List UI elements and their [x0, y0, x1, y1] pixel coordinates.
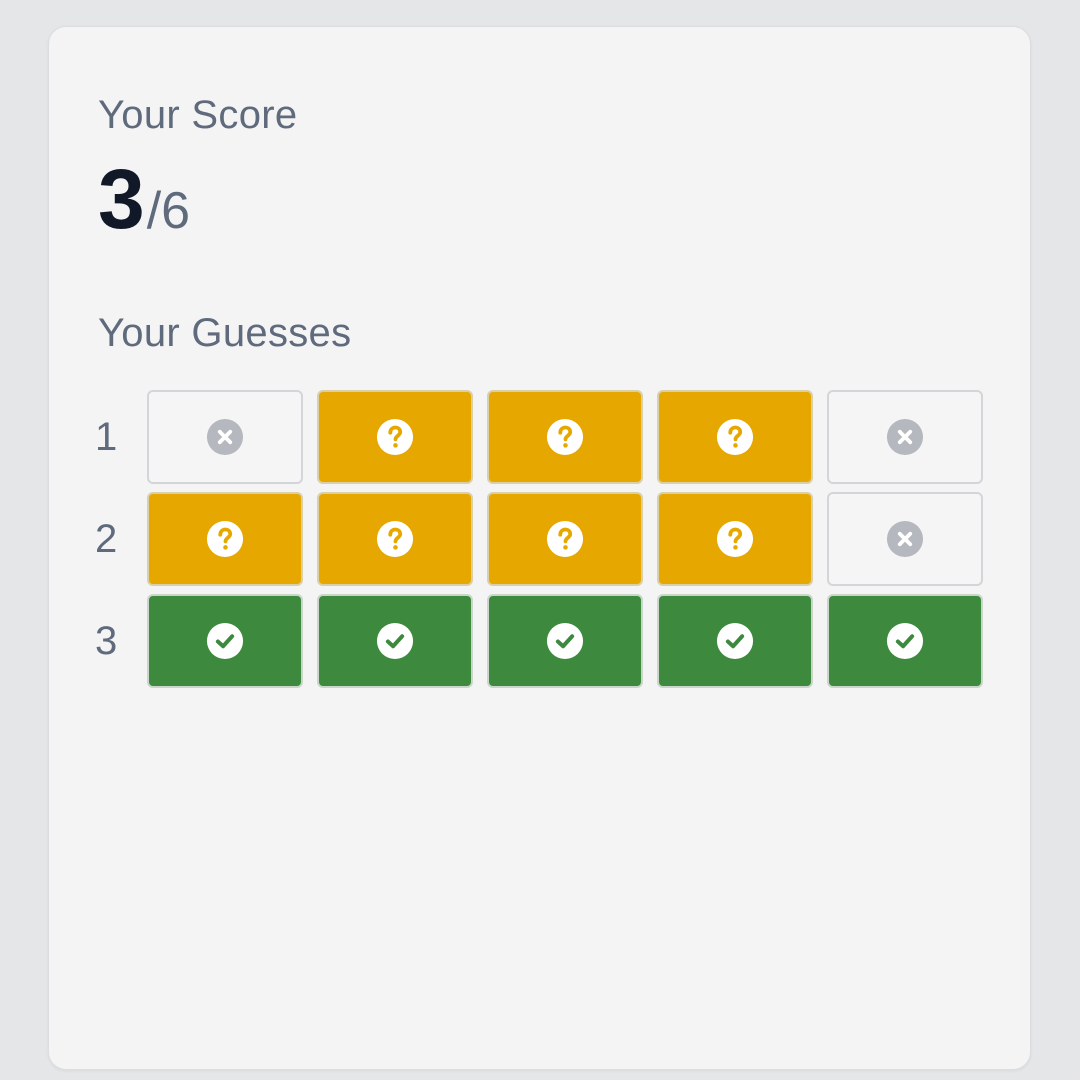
guess-cell-correct [827, 594, 983, 688]
guess-cell-correct [487, 594, 643, 688]
guesses-label: Your Guesses [98, 311, 352, 355]
guess-cell-absent [827, 492, 983, 586]
guess-row-number: 2 [95, 517, 118, 561]
guess-row-number: 1 [95, 415, 118, 459]
guess-cell-present [487, 390, 643, 484]
guess-cell-present [147, 492, 303, 586]
guess-row: 3 [95, 593, 997, 689]
score-value: 3 [98, 152, 145, 246]
x-circle-icon [886, 418, 924, 456]
guess-cell-present [657, 492, 813, 586]
guess-cell-present [487, 492, 643, 586]
guess-cell-present [657, 390, 813, 484]
guess-row: 1 [95, 389, 997, 485]
score-label: Your Score [98, 93, 298, 137]
check-circle-icon [206, 622, 244, 660]
question-circle-icon [716, 520, 754, 558]
guess-cell-absent [147, 390, 303, 484]
guess-cell-correct [147, 594, 303, 688]
question-circle-icon [546, 418, 584, 456]
score-display: 3/6 [98, 157, 190, 241]
guess-row: 2 [95, 491, 997, 587]
guess-cell-present [317, 492, 473, 586]
question-circle-icon [376, 520, 414, 558]
results-card: Your Score 3/6 Your Guesses 1 2 3 [48, 26, 1031, 1070]
guess-row-number: 3 [95, 619, 118, 663]
question-circle-icon [546, 520, 584, 558]
check-circle-icon [886, 622, 924, 660]
check-circle-icon [716, 622, 754, 660]
check-circle-icon [376, 622, 414, 660]
guess-cell-correct [317, 594, 473, 688]
question-circle-icon [716, 418, 754, 456]
score-total: /6 [146, 182, 191, 240]
guess-cell-correct [657, 594, 813, 688]
question-circle-icon [376, 418, 414, 456]
guess-cell-present [317, 390, 473, 484]
x-circle-icon [206, 418, 244, 456]
guess-cell-absent [827, 390, 983, 484]
question-circle-icon [206, 520, 244, 558]
check-circle-icon [546, 622, 584, 660]
x-circle-icon [886, 520, 924, 558]
guesses-grid: 1 2 3 [95, 389, 997, 695]
